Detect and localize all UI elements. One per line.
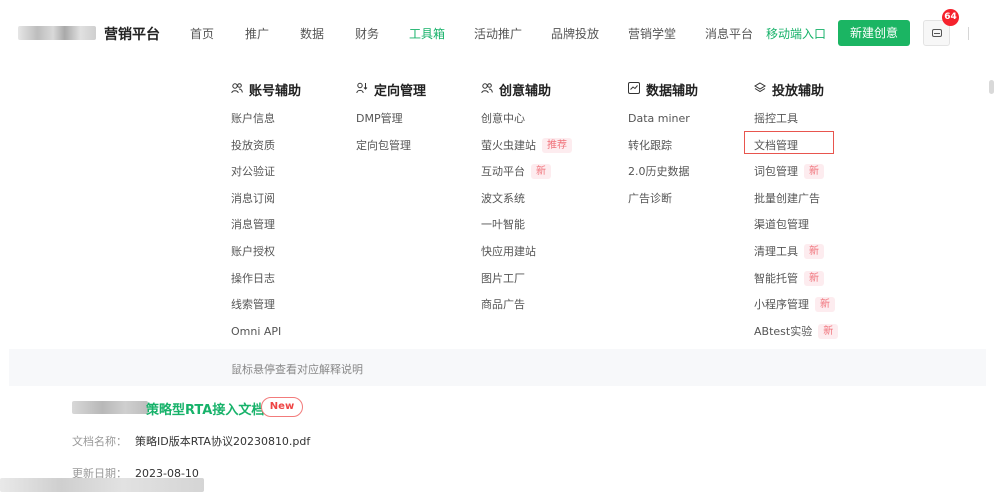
menu-item-operation-log[interactable]: 操作日志 [231,269,301,296]
hover-hint: 鼠标悬停查看对应解释说明 [231,363,363,376]
new-tag: 新 [818,323,839,339]
new-tag: 新 [804,243,824,259]
new-tag: 新 [804,270,824,286]
menu-item-yiye-ai[interactable]: 一叶智能 [481,215,572,242]
column-title: 数据辅助 [628,80,698,99]
menu-item-message-subscribe[interactable]: 消息订阅 [231,189,301,216]
document-name-row: 文档名称： 策略ID版本RTA协议20230810.pdf [72,433,310,449]
footer-redacted [0,478,204,492]
new-tag: 新 [804,164,824,180]
menu-item-leads[interactable]: 线索管理 [231,295,301,322]
menu-item-product-ads[interactable]: 商品广告 [481,295,572,322]
menu-column-data: 数据辅助 Data miner 转化跟踪 2.0历史数据 广告诊断 [628,80,698,215]
new-tag: 新 [531,164,551,180]
menu-item-batch-create[interactable]: 批量创建广告 [754,189,838,216]
nav-finance[interactable]: 财务 [355,25,379,42]
nav-brand-ads[interactable]: 品牌投放 [551,25,599,42]
menu-item-audience-package[interactable]: 定向包管理 [356,136,426,163]
column-title: 创意辅助 [481,80,572,99]
menu-item-ad-diagnosis[interactable]: 广告诊断 [628,189,698,216]
nav-toolbox[interactable]: 工具箱 [409,25,445,42]
menu-column-creative: 创意辅助 创意中心 萤火虫建站 推荐 互动平台新 波文系统 一叶智能 快应用建站 … [481,80,572,322]
document-name-value[interactable]: 策略ID版本RTA协议20230810.pdf [135,435,310,448]
menu-item-smart-hosting[interactable]: 智能托管新 [754,269,838,296]
target-user-icon [356,82,368,94]
menu-item-abtest[interactable]: ABtest实验新 [754,322,839,349]
column-title: 投放辅助 [754,80,838,99]
menu-column-targeting: 定向管理 DMP管理 定向包管理 [356,80,426,162]
brand-title[interactable]: 营销平台 [104,24,160,44]
menu-column-account: 账号辅助 账户信息 投放资质 对公验证 消息订阅 消息管理 账户授权 操作日志 … [231,80,301,348]
menu-item-miniprogram[interactable]: 小程序管理新 [754,295,838,322]
menu-item-history-data[interactable]: 2.0历史数据 [628,162,698,189]
nav-academy[interactable]: 营销学堂 [628,25,676,42]
chart-box-icon [628,82,640,94]
nav-data[interactable]: 数据 [300,25,324,42]
menu-item-document-manage[interactable]: 文档管理 [754,136,838,163]
menu-item-remote-tool[interactable]: 摇控工具 [754,109,838,136]
menu-item-data-miner[interactable]: Data miner [628,109,698,136]
nav-mobile-entry[interactable]: 移动端入口 [766,25,826,42]
menu-item-quickapp-site[interactable]: 快应用建站 [481,242,572,269]
create-creative-button[interactable]: 新建创意 [838,20,910,46]
menu-item-omni-api[interactable]: Omni API [231,322,301,349]
new-tag: 新 [815,297,835,313]
nav-home[interactable]: 首页 [190,25,214,42]
document-name-label: 文档名称： [72,435,127,448]
nav-campaign[interactable]: 活动推广 [474,25,522,42]
nav-promotion[interactable]: 推广 [245,25,269,42]
recommend-tag: 推荐 [542,137,572,153]
menu-item-conversion-tracking[interactable]: 转化跟踪 [628,136,698,163]
doc-title-redacted [72,401,148,414]
menu-item-firefly-site[interactable]: 萤火虫建站 推荐 [481,136,572,163]
menu-item-message-manage[interactable]: 消息管理 [231,215,301,242]
menu-item-creative-center[interactable]: 创意中心 [481,109,572,136]
message-icon [932,29,942,37]
menu-item-account-info[interactable]: 账户信息 [231,109,301,136]
users-icon [231,83,243,94]
scrollbar[interactable] [989,80,994,94]
menu-item-corporate-verify[interactable]: 对公验证 [231,162,301,189]
menu-item-bowen-system[interactable]: 波文系统 [481,189,572,216]
menu-item-dmp[interactable]: DMP管理 [356,109,426,136]
top-navigation: 营销平台 首页 推广 数据 财务 工具箱 活动推广 品牌投放 营销学堂 消息平台… [0,0,999,68]
divider [968,27,969,40]
users-icon [481,83,493,94]
menu-item-qualification[interactable]: 投放资质 [231,136,301,163]
menu-item-channel-package[interactable]: 渠道包管理 [754,215,838,242]
menu-item-cleanup-tool[interactable]: 清理工具新 [754,242,838,269]
column-title: 定向管理 [356,80,426,99]
logo-redacted [18,26,96,40]
menu-column-delivery: 投放辅助 摇控工具 文档管理 词包管理新 批量创建广告 渠道包管理 清理工具新 … [754,80,839,349]
layers-icon [754,82,766,93]
column-title: 账号辅助 [231,80,301,99]
hint-band [9,349,986,386]
menu-item-image-factory[interactable]: 图片工厂 [481,269,572,296]
menu-item-interactive[interactable]: 互动平台新 [481,162,572,189]
new-badge: New [261,397,303,417]
message-count-badge: 64 [942,9,959,26]
nav-message-platform[interactable]: 消息平台 [705,25,753,42]
menu-item-keyword-package[interactable]: 词包管理新 [754,162,838,189]
menu-item-account-auth[interactable]: 账户授权 [231,242,301,269]
